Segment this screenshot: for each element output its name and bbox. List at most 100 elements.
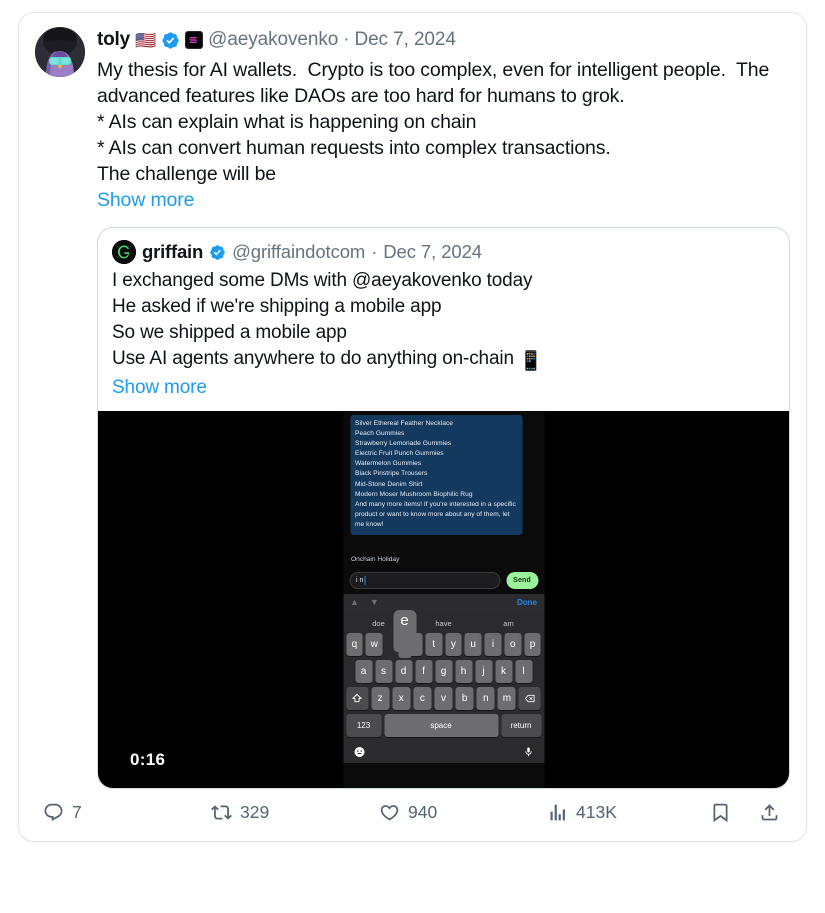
video-duration: 0:16 xyxy=(130,750,166,769)
chevron-down-icon[interactable]: ▼ xyxy=(370,598,379,607)
tweet-header: toly 🇺🇸 @aeyakovenko · Dec 7, 2024 My th… xyxy=(35,27,790,789)
bookmark-button[interactable] xyxy=(710,802,731,823)
chat-line-tail: And many more items! If you're intereste… xyxy=(355,500,516,528)
quoted-show-more-link[interactable]: Show more xyxy=(112,375,207,401)
solana-badge-icon[interactable] xyxy=(185,31,204,49)
chat-line: Modern Moser Mushroom Biophilic Rug xyxy=(355,490,473,498)
key-a[interactable]: a xyxy=(355,660,372,683)
key-h[interactable]: h xyxy=(455,660,472,683)
chat-line: Mid-Stone Denim Shirt xyxy=(355,480,423,488)
keyboard-row-4: 123 space return xyxy=(346,714,541,737)
key-k[interactable]: k xyxy=(495,660,512,683)
microphone-icon[interactable] xyxy=(522,745,534,763)
text-caret xyxy=(364,576,366,585)
quoted-separator-dot: · xyxy=(371,241,378,262)
show-more-link[interactable]: Show more xyxy=(97,187,194,213)
tweet-text: My thesis for AI wallets. Crypto is too … xyxy=(97,57,790,213)
chat-line: Peach Gummies xyxy=(355,430,405,438)
author-display-name[interactable]: toly xyxy=(97,28,130,52)
suggestion-3[interactable]: am xyxy=(476,619,541,628)
quoted-tweet-card[interactable]: griffain @griffaindotcom · Dec 7, 2024 I… xyxy=(97,227,790,789)
key-l[interactable]: l xyxy=(515,660,532,683)
phone-screen-recording: Silver Ethereal Feather Necklace Peach G… xyxy=(343,411,544,788)
key-d[interactable]: d xyxy=(395,660,412,683)
toly-avatar[interactable] xyxy=(35,27,85,77)
key-z[interactable]: z xyxy=(371,687,390,710)
suggestion-2[interactable]: have xyxy=(411,619,476,628)
space-key[interactable]: space xyxy=(384,714,498,737)
reply-count: 7 xyxy=(72,802,82,822)
keyboard-toolbar: ▲ ▼ Done xyxy=(343,594,544,611)
chat-conversation-title: Onchain Holiday xyxy=(351,556,400,563)
emoji-icon[interactable] xyxy=(353,745,365,763)
quoted-text-content: I exchanged some DMs with @aeyakovenko t… xyxy=(112,270,533,369)
key-n[interactable]: n xyxy=(476,687,495,710)
quoted-date[interactable]: Dec 7, 2024 xyxy=(383,241,482,263)
bookmark-icon xyxy=(710,802,731,823)
keyboard-bottom-bar xyxy=(346,741,541,763)
key-x[interactable]: x xyxy=(392,687,411,710)
key-press-popup: e xyxy=(393,610,416,658)
key-b[interactable]: b xyxy=(455,687,474,710)
keyboard-done-button[interactable]: Done xyxy=(517,598,537,607)
backspace-icon[interactable] xyxy=(518,687,541,710)
quoted-tweet-content: griffain @griffaindotcom · Dec 7, 2024 I… xyxy=(98,228,789,411)
reply-icon xyxy=(43,802,64,823)
key-s[interactable]: s xyxy=(375,660,392,683)
reply-button[interactable]: 7 xyxy=(43,802,211,823)
return-key[interactable]: return xyxy=(501,714,541,737)
key-y[interactable]: y xyxy=(445,633,462,656)
chat-input-value: i n xyxy=(356,577,364,584)
separator-dot: · xyxy=(343,29,350,50)
chat-text-input[interactable]: i n xyxy=(349,572,501,589)
key-u[interactable]: u xyxy=(464,633,482,656)
tweet-card: toly 🇺🇸 @aeyakovenko · Dec 7, 2024 My th… xyxy=(18,12,807,842)
shift-icon[interactable] xyxy=(346,687,368,710)
like-count: 940 xyxy=(408,802,438,822)
chat-line: Electric Fruit Punch Gummies xyxy=(355,450,444,458)
analytics-icon xyxy=(547,802,568,823)
share-button[interactable] xyxy=(759,802,780,823)
retweet-count: 329 xyxy=(240,802,270,822)
send-button[interactable]: Send xyxy=(506,572,538,589)
quoted-display-name[interactable]: griffain xyxy=(142,241,203,263)
key-v[interactable]: v xyxy=(434,687,453,710)
chat-line: Watermelon Gummies xyxy=(355,460,422,468)
verified-badge-icon xyxy=(209,244,226,261)
key-m[interactable]: m xyxy=(497,687,516,710)
quoted-tweet-text: I exchanged some DMs with @aeyakovenko t… xyxy=(112,268,775,401)
key-i[interactable]: i xyxy=(484,633,502,656)
tweet-action-bar: 7 329 940 413K xyxy=(35,789,790,833)
key-p[interactable]: p xyxy=(524,633,541,656)
verified-badge-icon xyxy=(161,31,180,50)
chevron-up-icon[interactable]: ▲ xyxy=(350,598,359,607)
us-flag-icon: 🇺🇸 xyxy=(134,30,157,50)
key-w[interactable]: w xyxy=(365,633,383,656)
griffain-logo[interactable] xyxy=(112,240,136,264)
like-button[interactable]: 940 xyxy=(379,802,547,823)
key-c[interactable]: c xyxy=(413,687,432,710)
on-screen-keyboard: doe have am e q w r t y xyxy=(343,610,544,763)
tweet-date[interactable]: Dec 7, 2024 xyxy=(354,28,455,52)
share-icon xyxy=(759,802,780,823)
quoted-author-row: griffain @griffaindotcom · Dec 7, 2024 xyxy=(112,240,775,264)
keyboard-row-1: q w r t y u i o p xyxy=(346,633,541,656)
mobile-phone-icon: 📱 xyxy=(519,351,543,372)
views-button[interactable]: 413K xyxy=(547,802,697,823)
heart-icon xyxy=(379,802,400,823)
tweet-text-content: My thesis for AI wallets. Crypto is too … xyxy=(97,59,770,185)
key-g[interactable]: g xyxy=(435,660,452,683)
key-o[interactable]: o xyxy=(504,633,522,656)
author-name-row: toly 🇺🇸 @aeyakovenko · Dec 7, 2024 xyxy=(97,28,790,52)
quoted-handle[interactable]: @griffaindotcom xyxy=(232,241,365,263)
key-j[interactable]: j xyxy=(475,660,492,683)
video-player[interactable]: Silver Ethereal Feather Necklace Peach G… xyxy=(98,411,789,788)
retweet-button[interactable]: 329 xyxy=(211,802,379,823)
chat-input-bar: i n Send xyxy=(343,567,544,594)
author-handle[interactable]: @aeyakovenko xyxy=(208,28,338,52)
key-q[interactable]: q xyxy=(346,633,363,656)
key-t[interactable]: t xyxy=(425,633,442,656)
numbers-key[interactable]: 123 xyxy=(346,714,381,737)
key-f[interactable]: f xyxy=(415,660,432,683)
chat-message-bubble: Silver Ethereal Feather Necklace Peach G… xyxy=(350,415,522,536)
